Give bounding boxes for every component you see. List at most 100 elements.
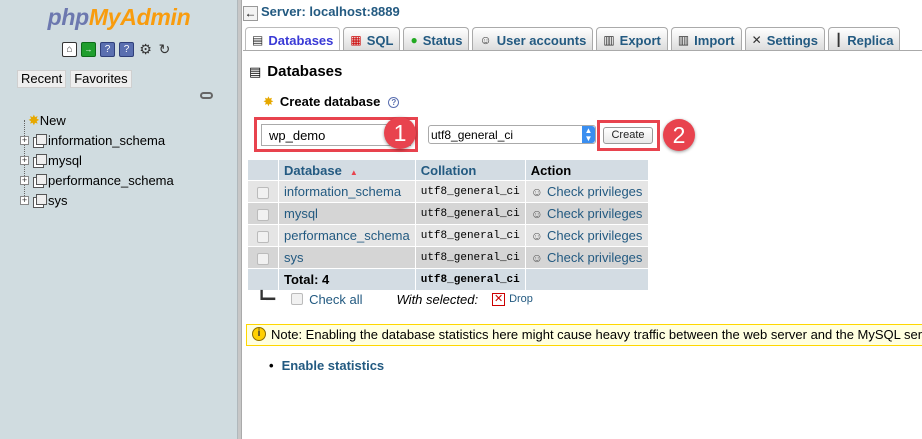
tab-databases[interactable]: ▤ Databases	[245, 27, 341, 50]
tab-replication[interactable]: ┃ Replica	[827, 27, 901, 50]
tabbar-divider	[243, 50, 922, 51]
tab-sql[interactable]: ▦ SQL	[343, 27, 401, 50]
check-privileges-link[interactable]: Check privileges	[547, 184, 642, 199]
action-cell: ☺ Check privileges	[525, 247, 648, 268]
tab-label: Databases	[268, 32, 334, 48]
expand-icon[interactable]: +	[20, 175, 29, 185]
check-privileges-link[interactable]: Check privileges	[547, 250, 642, 265]
databases-table: Database ▲ Collation Action information_s…	[247, 159, 649, 291]
tab-label: Export	[619, 32, 661, 48]
databases-icon: ▤	[252, 33, 264, 47]
recent-favorites-tabs: Recent Favorites	[17, 70, 132, 88]
enable-statistics: • Enable statistics	[269, 358, 384, 373]
select-arrows-icon: ▲ ▼	[582, 126, 595, 143]
header-action: Action	[525, 160, 648, 180]
database-name-cell: performance_schema	[279, 225, 415, 246]
tab-label: Status	[422, 32, 463, 48]
expand-icon[interactable]: +	[20, 155, 29, 165]
logo-text-myadmin: MyAdmin	[88, 4, 191, 30]
tab-status[interactable]: ● Status	[403, 27, 470, 50]
sql-icon: ▦	[350, 33, 362, 47]
tree-item-new[interactable]: ✸ New	[20, 110, 238, 130]
tab-import[interactable]: ▥ Import	[670, 27, 742, 50]
database-icon	[32, 193, 47, 208]
notice-icon: i	[252, 327, 266, 341]
drop-link[interactable]: Drop	[509, 293, 533, 305]
header-collation[interactable]: Collation	[415, 160, 525, 180]
database-link[interactable]: mysql	[284, 206, 318, 221]
database-name-cell: sys	[279, 247, 415, 268]
tab-settings[interactable]: ✕ Settings	[744, 27, 825, 50]
database-link[interactable]: information_schema	[284, 184, 401, 199]
tree-item-information-schema[interactable]: + information_schema	[20, 130, 238, 150]
expand-icon[interactable]: +	[20, 195, 29, 205]
new-database-icon: ✸	[263, 94, 274, 109]
database-icon	[32, 173, 47, 188]
row-checkbox[interactable]	[257, 186, 269, 199]
table-row: sys utf8_general_ci ☺ Check privileges	[248, 247, 648, 268]
table-row: performance_schema utf8_general_ci ☺ Chec…	[248, 225, 648, 246]
privileges-icon: ☺	[530, 207, 544, 221]
tree-item-label: New	[39, 112, 66, 128]
sql-docs-icon[interactable]: ?	[119, 42, 134, 57]
help-icon[interactable]: ?	[388, 97, 400, 109]
breadcrumb-server[interactable]: Server: localhost:8889	[261, 4, 400, 19]
tree-item-label: sys	[48, 192, 68, 208]
tab-export[interactable]: ▥ Export	[596, 27, 668, 50]
table-header-row: Database ▲ Collation Action	[248, 160, 648, 180]
link-icon[interactable]	[200, 92, 213, 99]
drop-icon[interactable]: ✕	[492, 292, 506, 306]
annotation-box-2	[597, 120, 660, 151]
docs-icon[interactable]: ?	[100, 42, 115, 57]
tree-item-mysql[interactable]: + mysql	[20, 150, 238, 170]
check-all-checkbox[interactable]	[291, 293, 304, 305]
database-link[interactable]: performance_schema	[284, 228, 410, 243]
database-link[interactable]: sys	[284, 250, 304, 265]
tree-item-sys[interactable]: + sys	[20, 190, 238, 210]
table-row: information_schema utf8_general_ci ☺ Chec…	[248, 181, 648, 202]
tab-label: Settings	[766, 32, 818, 48]
collapse-nav-icon[interactable]: ←	[243, 6, 258, 21]
check-privileges-link[interactable]: Check privileges	[547, 228, 642, 243]
header-database[interactable]: Database ▲	[279, 160, 415, 180]
enable-statistics-link[interactable]: Enable statistics	[282, 358, 385, 373]
check-all-label[interactable]: Check all	[309, 292, 362, 307]
tab-favorites[interactable]: Favorites	[70, 70, 132, 88]
row-checkbox[interactable]	[257, 208, 269, 221]
check-privileges-link[interactable]: Check privileges	[547, 206, 642, 221]
row-checkbox-cell	[248, 181, 278, 202]
notice-text: Note: Enabling the database statistics h…	[271, 327, 922, 342]
navigation-resizer[interactable]	[238, 0, 242, 439]
home-icon[interactable]: ⌂	[62, 42, 77, 57]
action-cell: ☺ Check privileges	[525, 225, 648, 246]
total-collation: utf8_general_ci	[415, 269, 525, 290]
reload-icon[interactable]: ↻	[157, 42, 172, 57]
with-selected-label: With selected:	[396, 291, 479, 307]
settings-icon[interactable]: ⚙	[138, 42, 153, 57]
collation-cell: utf8_general_ci	[415, 247, 525, 268]
collation-cell: utf8_general_ci	[415, 225, 525, 246]
create-database-label: Create database	[279, 94, 381, 109]
collation-select[interactable]: utf8_general_ci ▲ ▼	[428, 125, 596, 144]
database-name-cell: mysql	[279, 203, 415, 224]
table-total-row: Total: 4 utf8_general_ci	[248, 269, 648, 290]
row-checkbox-cell	[248, 247, 278, 268]
row-checkbox[interactable]	[257, 252, 269, 265]
expand-icon[interactable]: +	[20, 135, 29, 145]
tab-recent[interactable]: Recent	[17, 70, 67, 88]
page-title-text: Databases	[267, 63, 343, 80]
tree-item-performance-schema[interactable]: + performance_schema	[20, 170, 238, 190]
breadcrumb[interactable]: Server: localhost:8889	[261, 4, 400, 19]
tab-label: Import	[694, 32, 735, 48]
collation-cell: utf8_general_ci	[415, 203, 525, 224]
privileges-icon: ☺	[530, 229, 544, 243]
row-checkbox[interactable]	[257, 230, 269, 243]
phpmyadmin-logo[interactable]: phpMyAdmin	[0, 4, 238, 31]
settings-icon: ✕	[751, 33, 762, 47]
annotation-marker-1: 1	[384, 117, 416, 149]
tab-user-accounts[interactable]: ☺ User accounts	[472, 27, 594, 50]
header-database-label: Database	[284, 162, 342, 178]
table-footer: ┗━ Check all With selected: ✕ Drop	[257, 290, 533, 308]
database-name-cell: information_schema	[279, 181, 415, 202]
exit-icon[interactable]: →	[81, 42, 96, 57]
